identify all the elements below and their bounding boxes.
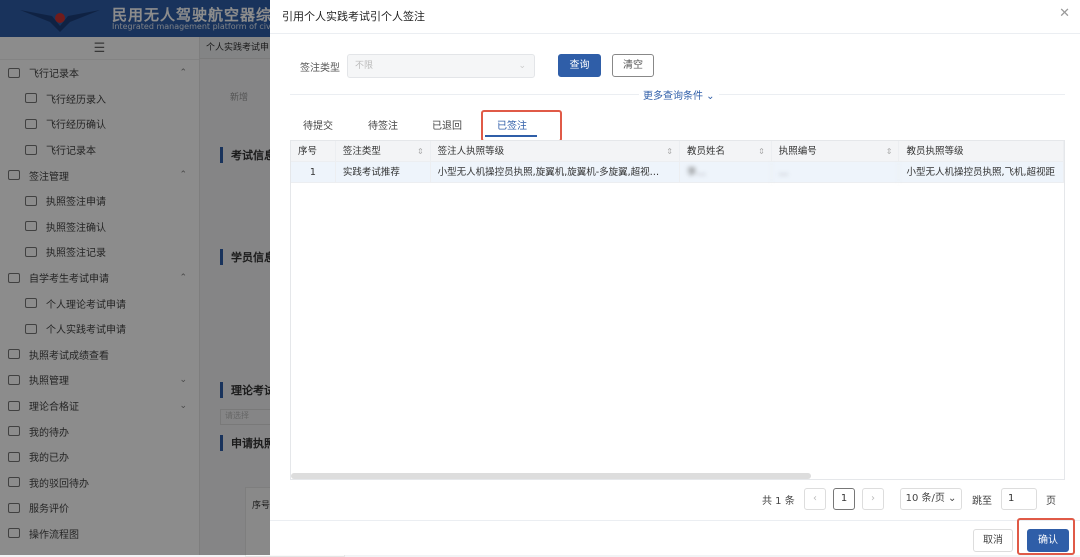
total-count: 共 1 条 <box>762 496 795 507</box>
dialog-title: 引用个人实践考试引个人签注 <box>282 10 425 23</box>
column-header[interactable]: 教员姓名 ⇕ <box>680 141 772 161</box>
column-header[interactable]: 签注人执照等级 ⇕ <box>431 141 680 161</box>
divider <box>270 520 1080 521</box>
jump-label: 跳至 <box>972 496 992 507</box>
tab-pending-sign[interactable]: 待签注 <box>368 117 398 132</box>
column-header-label: 签注类型 <box>342 146 381 157</box>
highlight-box <box>1017 518 1075 555</box>
highlight-box <box>481 110 562 142</box>
chevron-down-icon: ⌄ <box>518 61 526 71</box>
column-header-label: 序号 <box>298 146 318 157</box>
table-cell: 小型无人机操控员执照,飞机,超视距 <box>899 162 1064 182</box>
sign-table: 序号 签注类型 ⇕ 签注人执照等级 ⇕ 教员姓名 ⇕ 执照编号 ⇕ 教员执照等级 1 实践考试推荐小… <box>290 140 1065 480</box>
column-header[interactable]: 签注类型 ⇕ <box>336 141 431 161</box>
table-cell: 小型无人机操控员执照,旋翼机,旋翼机-多旋翼,超视… <box>431 162 680 182</box>
table-header-row: 序号 签注类型 ⇕ 签注人执照等级 ⇕ 教员姓名 ⇕ 执照编号 ⇕ 教员执照等级 <box>291 141 1064 162</box>
column-header[interactable]: 教员执照等级 <box>899 141 1064 161</box>
table-cell: 李… <box>680 162 772 182</box>
next-page-button[interactable]: › <box>862 488 884 510</box>
filter-label: 签注类型 <box>300 63 340 74</box>
column-header-label: 教员姓名 <box>686 146 725 157</box>
column-header[interactable]: 执照编号 ⇕ <box>772 141 900 161</box>
table-cell: … <box>772 162 900 182</box>
sort-icon[interactable]: ⇕ <box>666 141 673 161</box>
jump-page-input[interactable]: 1 <box>1001 488 1037 510</box>
column-header-label: 执照编号 <box>778 146 817 157</box>
sort-icon[interactable]: ⇕ <box>886 141 893 161</box>
prev-page-button[interactable]: ‹ <box>804 488 826 510</box>
tab-returned[interactable]: 已退回 <box>432 117 462 132</box>
column-header-label: 教员执照等级 <box>906 146 964 157</box>
sort-icon[interactable]: ⇕ <box>417 141 424 161</box>
query-button[interactable]: 查询 <box>558 54 601 77</box>
clear-button[interactable]: 清空 <box>612 54 654 77</box>
table-row[interactable]: 1 实践考试推荐 小型无人机操控员执照,旋翼机,旋翼机-多旋翼,超视… 李…… 小型无人… <box>291 162 1064 183</box>
page-size-select[interactable]: 10 条/页 ⌄ <box>900 488 962 510</box>
page-1-button[interactable]: 1 <box>833 488 855 510</box>
divider <box>270 33 1080 34</box>
sort-icon[interactable]: ⇕ <box>758 141 765 161</box>
table-cell: 实践考试推荐 <box>336 162 431 182</box>
close-icon[interactable]: ✕ <box>1059 6 1070 21</box>
select-value: 不限 <box>355 61 374 71</box>
table-cell: 1 <box>291 162 336 182</box>
sign-type-select[interactable]: 不限 ⌄ <box>347 54 535 78</box>
more-conditions-link[interactable]: 更多查询条件 ⌄ <box>639 87 719 102</box>
horizontal-scrollbar[interactable] <box>291 473 811 479</box>
column-header[interactable]: 序号 <box>291 141 336 161</box>
column-header-label: 签注人执照等级 <box>437 146 505 157</box>
tab-pending-submit[interactable]: 待提交 <box>303 117 333 132</box>
page-unit-label: 页 <box>1046 496 1056 507</box>
dialog: 引用个人实践考试引个人签注 ✕ 签注类型 不限 ⌄ 查询 清空 更多查询条件 ⌄ … <box>270 0 1080 555</box>
cancel-button[interactable]: 取消 <box>973 529 1013 552</box>
